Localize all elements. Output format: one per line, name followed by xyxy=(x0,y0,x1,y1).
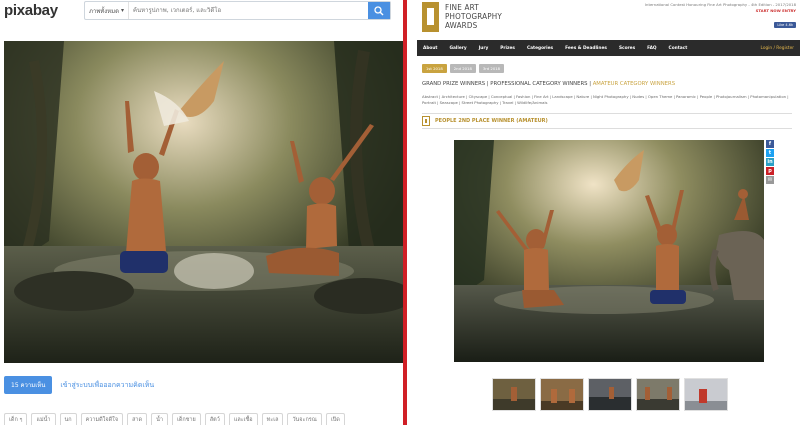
thumbnail-strip xyxy=(492,378,728,411)
edition-tab[interactable]: 1st 2018 xyxy=(422,64,447,73)
tag[interactable]: เด็ก ๆ xyxy=(4,413,28,425)
comment-row: 15 ความเห็น เข้าสู่ระบบเพื่อออกความคิดเห… xyxy=(4,376,154,394)
tag[interactable]: วันจะกรณ xyxy=(287,413,322,425)
logo-line: FINE ART xyxy=(445,3,479,12)
search-input[interactable] xyxy=(129,2,368,19)
nav-item-faq[interactable]: FAQ xyxy=(641,46,662,51)
thumbnail-image xyxy=(685,379,727,410)
tag[interactable]: น้ำ xyxy=(151,413,168,425)
nav-item-prizes[interactable]: Prizes xyxy=(494,46,521,51)
edition-tab[interactable]: 2nd 2018 xyxy=(449,64,476,73)
main-nav: About Gallery Jury Prizes Categories Fee… xyxy=(417,40,800,56)
main-photo[interactable] xyxy=(4,41,403,363)
login-to-comment-link[interactable]: เข้าสู่ระบบเพื่อออกความคิดเห็น xyxy=(60,380,154,391)
winner-category-links[interactable]: GRAND PRIZE WINNERS | PROFESSIONAL CATEG… xyxy=(422,81,593,87)
pixabay-logo[interactable]: pixabay xyxy=(4,2,58,19)
thumbnail-image xyxy=(493,379,535,410)
email-icon[interactable]: ✉ xyxy=(766,176,774,184)
thumbnail[interactable] xyxy=(684,378,728,411)
nav-item-gallery[interactable]: Gallery xyxy=(443,46,472,51)
pinterest-icon[interactable]: p xyxy=(766,167,774,175)
nav-item-about[interactable]: About xyxy=(417,46,443,51)
category-filter-list[interactable]: Abstract | Architecture | Cityscape | Co… xyxy=(422,94,792,106)
search-button[interactable] xyxy=(368,2,390,19)
winner-title-bar: PEOPLE 2ND PLACE WINNER (AMATEUR) xyxy=(422,113,792,129)
thumbnail-image xyxy=(541,379,583,410)
tag[interactable]: แม่น้ำ xyxy=(31,413,56,425)
search-icon xyxy=(374,5,384,15)
comparison-screenshot: pixabay ภาพทั้งหมด ▾ ค้นหารูปภาพ, เวกเตอ… xyxy=(0,0,800,425)
pixabay-page: pixabay ภาพทั้งหมด ▾ ค้นหารูปภาพ, เวกเตอ… xyxy=(0,0,403,425)
chevron-down-icon: ▾ xyxy=(120,7,124,14)
thumbnail[interactable] xyxy=(636,378,680,411)
photo-boys-elephant xyxy=(454,140,764,362)
facebook-icon[interactable]: f xyxy=(766,140,774,148)
login-register-link[interactable]: Login / Register xyxy=(761,46,800,51)
edition-tab[interactable]: 3rd 2018 xyxy=(478,64,505,73)
nav-item-fees[interactable]: Fees & Deadlines xyxy=(559,46,613,51)
search-bar: ภาพทั้งหมด ▾ xyxy=(84,1,391,20)
facebook-like-button[interactable]: Like 4.6k xyxy=(774,22,796,28)
thumbnail[interactable] xyxy=(540,378,584,411)
category-dropdown[interactable]: ภาพทั้งหมด ▾ xyxy=(85,2,129,19)
photo-boys-splashing xyxy=(4,41,403,363)
tag[interactable]: ทะเล xyxy=(261,413,284,425)
tag[interactable]: นก xyxy=(59,413,77,425)
tag-list: เด็ก ๆ แม่น้ำ นก ความดีใจดีใจ สาด น้ำ เด… xyxy=(4,413,345,425)
thumbnail[interactable] xyxy=(492,378,536,411)
nav-item-categories[interactable]: Categories xyxy=(521,46,559,51)
amateur-winners-link[interactable]: AMATEUR CATEGORY WINNERS xyxy=(593,81,675,87)
logo-line: AWARDS xyxy=(445,21,478,30)
tag[interactable]: เปิด xyxy=(325,413,345,425)
award-icon xyxy=(422,116,430,126)
pixabay-header: pixabay ภาพทั้งหมด ▾ xyxy=(0,0,403,24)
edition-tabs: 1st 2018 2nd 2018 3rd 2018 xyxy=(422,64,505,73)
nav-item-jury[interactable]: Jury xyxy=(473,46,495,51)
contest-info: International Contest Honouring Fine Art… xyxy=(645,2,796,14)
thumbnail-image xyxy=(589,379,631,410)
thumbnail-image xyxy=(637,379,679,410)
winner-photo[interactable] xyxy=(454,140,764,362)
tag[interactable]: เด็กชาย xyxy=(171,413,201,425)
tag[interactable]: ความดีใจดีใจ xyxy=(80,413,124,425)
comment-count-button[interactable]: 15 ความเห็น xyxy=(4,376,53,394)
tag[interactable]: และเชื้อ xyxy=(228,413,258,425)
social-share-bar: f t in p ✉ xyxy=(766,140,774,184)
winner-categories-heading: GRAND PRIZE WINNERS | PROFESSIONAL CATEG… xyxy=(422,81,675,87)
category-label: ภาพทั้งหมด xyxy=(89,7,119,15)
awards-logo-icon[interactable] xyxy=(422,2,439,32)
tag[interactable]: สัตว์ xyxy=(204,413,225,425)
fine-art-awards-page: FINE ART PHOTOGRAPHY AWARDS Internationa… xyxy=(407,0,800,425)
thumbnail[interactable] xyxy=(588,378,632,411)
logo-line: PHOTOGRAPHY xyxy=(445,12,503,21)
start-entry-link[interactable]: START NOW ENTRY xyxy=(645,8,796,14)
winner-title: PEOPLE 2ND PLACE WINNER (AMATEUR) xyxy=(435,118,548,124)
twitter-icon[interactable]: t xyxy=(766,149,774,157)
tag[interactable]: สาด xyxy=(127,413,148,425)
awards-logo-text[interactable]: FINE ART PHOTOGRAPHY AWARDS xyxy=(445,3,502,30)
nav-item-contact[interactable]: Contact xyxy=(663,46,694,51)
nav-item-scores[interactable]: Scores xyxy=(613,46,641,51)
linkedin-icon[interactable]: in xyxy=(766,158,774,166)
